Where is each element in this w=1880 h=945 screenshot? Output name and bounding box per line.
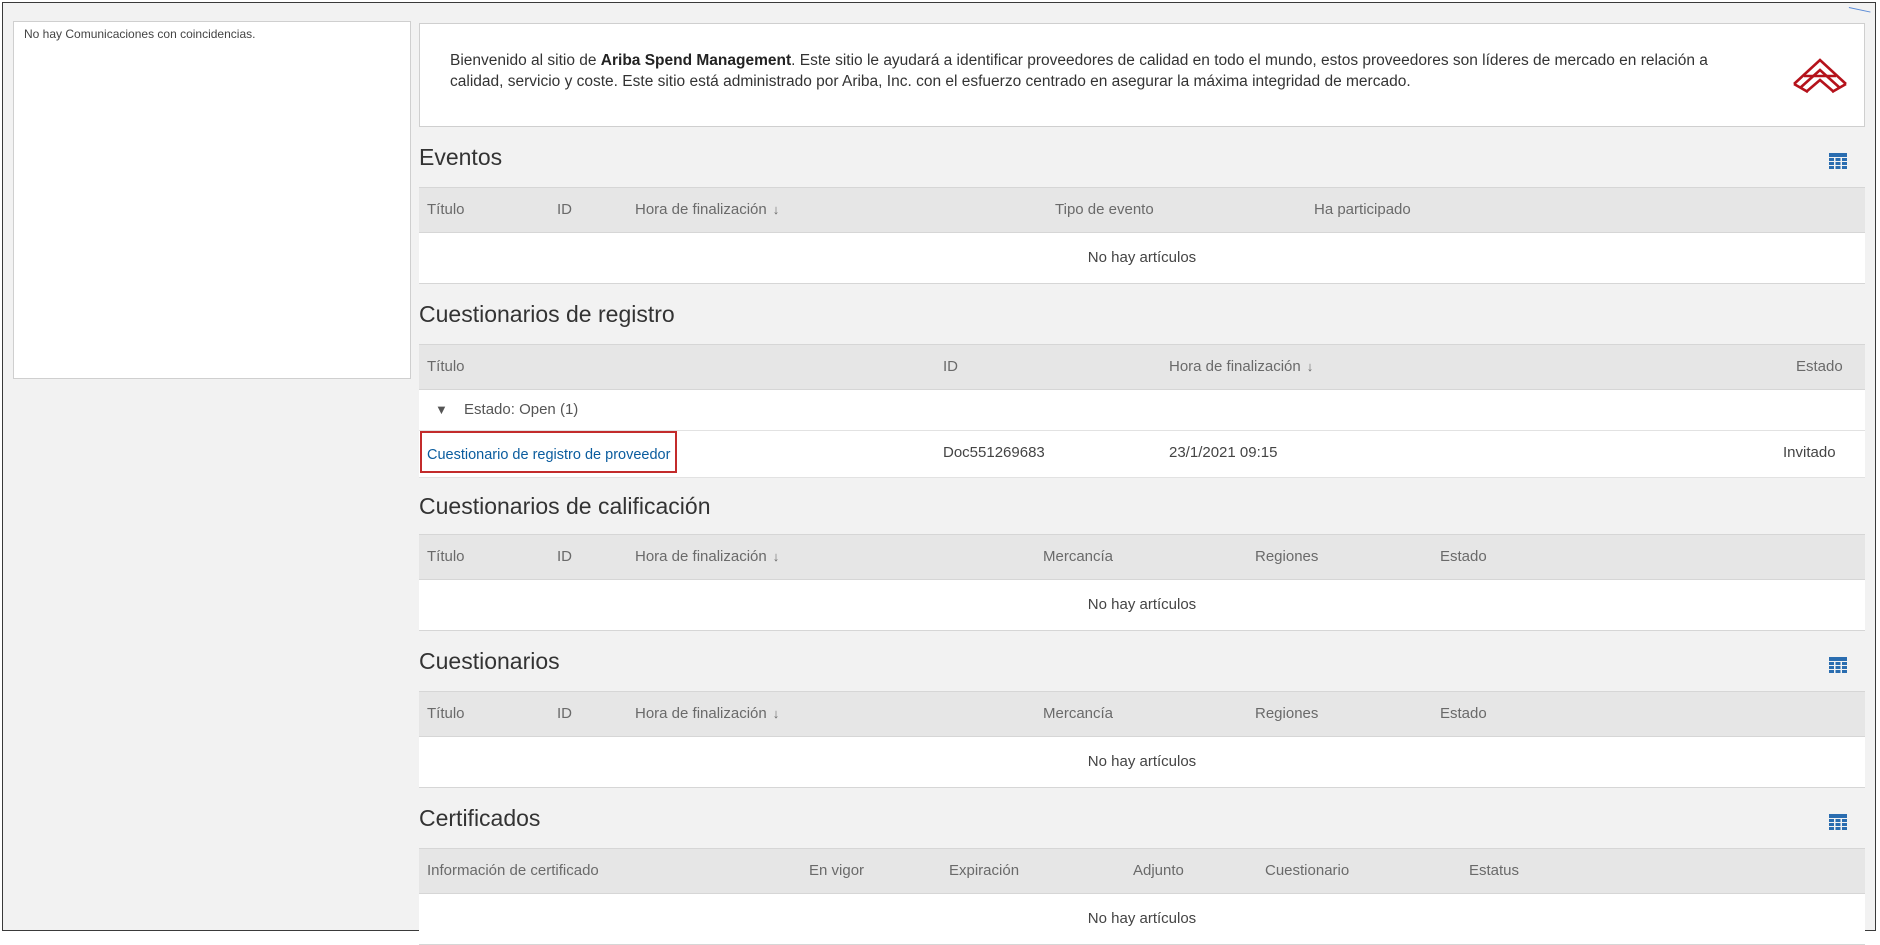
column-header-participated[interactable]: Ha participado [1314, 188, 1411, 232]
questionnaires-empty-row: No hay artículos [419, 737, 1865, 788]
certificates-table-header: Información de certificado En vigor Expi… [419, 848, 1865, 894]
qualification-section-title: Cuestionarios de calificación [419, 478, 1865, 534]
column-header-title[interactable]: Título [427, 188, 465, 232]
sort-down-icon: ↓ [1306, 359, 1314, 374]
column-header-effective[interactable]: En vigor [809, 849, 864, 893]
column-header-status[interactable]: Estado [1796, 345, 1843, 389]
welcome-banner: Bienvenido al sitio de Ariba Spend Manag… [419, 23, 1865, 127]
column-header-questionnaire[interactable]: Cuestionario [1265, 849, 1349, 893]
corner-decoration [1846, 7, 1871, 23]
row-status: Invitado [1783, 444, 1836, 461]
welcome-brand: Ariba Spend Management [600, 52, 792, 69]
row-id: Doc551269683 [943, 444, 1045, 461]
column-header-end-time[interactable]: Hora de finalización ↓ [635, 188, 779, 232]
questionnaires-title: Cuestionarios [419, 648, 560, 674]
questionnaires-section-title: Cuestionarios [419, 631, 1865, 691]
table-options-icon[interactable] [1829, 814, 1847, 830]
supplier-registration-link[interactable]: Cuestionario de registro de proveedor [420, 431, 678, 473]
group-count: (1) [559, 401, 579, 418]
table-options-icon[interactable] [1829, 657, 1847, 673]
qualification-empty-row: No hay artículos [419, 580, 1865, 631]
events-empty-row: No hay artículos [419, 233, 1865, 284]
qualification-title: Cuestionarios de calificación [419, 493, 711, 519]
column-header-end-time-label: Hora de finalización [635, 201, 767, 218]
column-header-end-time-label: Hora de finalización [635, 548, 767, 565]
column-header-status[interactable]: Estado [1440, 535, 1487, 579]
registration-title: Cuestionarios de registro [419, 301, 675, 327]
column-header-id[interactable]: ID [557, 188, 572, 232]
column-header-attachment[interactable]: Adjunto [1133, 849, 1184, 893]
page-frame: No hay Comunicaciones con coincidencias.… [2, 2, 1876, 945]
no-communications-message: No hay Comunicaciones con coincidencias. [24, 27, 256, 41]
column-header-end-time-label: Hora de finalización [635, 705, 767, 722]
events-table-header: Título ID Hora de finalización ↓ Tipo de … [419, 187, 1865, 233]
column-header-certificate-info[interactable]: Información de certificado [427, 849, 599, 893]
sort-down-icon: ↓ [772, 706, 780, 721]
column-header-regions[interactable]: Regiones [1255, 535, 1318, 579]
column-header-end-time[interactable]: Hora de finalización ↓ [635, 692, 779, 736]
column-header-id[interactable]: ID [557, 535, 572, 579]
communications-panel: No hay Comunicaciones con coincidencias. [13, 21, 411, 379]
registration-section-title: Cuestionarios de registro [419, 284, 1865, 344]
sort-down-icon: ↓ [772, 549, 780, 564]
column-header-end-time[interactable]: Hora de finalización ↓ [635, 535, 779, 579]
column-header-end-time-label: Hora de finalización [1169, 358, 1301, 375]
column-header-status[interactable]: Estatus [1469, 849, 1519, 893]
ariba-logo-icon [1793, 58, 1847, 94]
registration-table-header: Título ID Hora de finalización ↓ Estado [419, 344, 1865, 390]
sort-down-icon: ↓ [772, 202, 780, 217]
status-group-row[interactable]: ▼ Estado: Open (1) [419, 390, 1865, 431]
column-header-id[interactable]: ID [943, 345, 958, 389]
column-header-title[interactable]: Título [427, 692, 465, 736]
column-header-id[interactable]: ID [557, 692, 572, 736]
events-title: Eventos [419, 144, 503, 170]
certificates-empty-row: No hay artículos [419, 894, 1865, 945]
collapse-triangle-icon[interactable]: ▼ [435, 402, 448, 417]
main-content: Eventos Título ID Hora de finalización ↓ … [419, 127, 1865, 945]
table-row: Cuestionario de registro de proveedor Do… [419, 431, 1865, 478]
column-header-commodity[interactable]: Mercancía [1043, 535, 1113, 579]
row-end-time: 23/1/2021 09:15 [1169, 444, 1278, 461]
questionnaires-table-header: Título ID Hora de finalización ↓ Mercancí… [419, 691, 1865, 737]
column-header-status[interactable]: Estado [1440, 692, 1487, 736]
column-header-end-time[interactable]: Hora de finalización ↓ [1169, 345, 1313, 389]
certificates-title: Certificados [419, 805, 541, 831]
qualification-table-header: Título ID Hora de finalización ↓ Mercancí… [419, 534, 1865, 580]
certificates-section-title: Certificados [419, 788, 1865, 848]
column-header-commodity[interactable]: Mercancía [1043, 692, 1113, 736]
column-header-title[interactable]: Título [427, 345, 465, 389]
table-options-icon[interactable] [1829, 153, 1847, 169]
welcome-prefix: Bienvenido al sitio de [450, 52, 601, 69]
column-header-regions[interactable]: Regiones [1255, 692, 1318, 736]
group-label: Estado: Open [464, 401, 556, 418]
column-header-title[interactable]: Título [427, 535, 465, 579]
column-header-expiration[interactable]: Expiración [949, 849, 1019, 893]
column-header-event-type[interactable]: Tipo de evento [1055, 188, 1154, 232]
welcome-text: Bienvenido al sitio de Ariba Spend Manag… [450, 50, 1740, 92]
events-section-title: Eventos [419, 127, 1865, 187]
